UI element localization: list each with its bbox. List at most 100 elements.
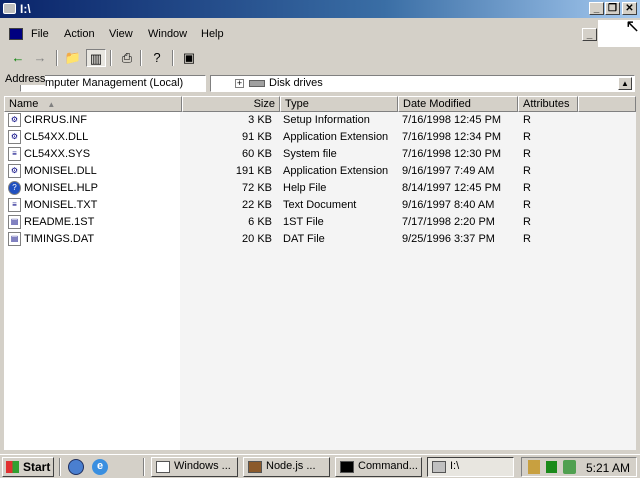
file-size: 6 KB (248, 216, 272, 228)
file-attributes: R (523, 148, 531, 160)
table-row[interactable]: ? MONISEL.HLP 72 KB Help File 8/14/1997 12:4… (4, 180, 636, 197)
menu-action[interactable]: Action (64, 28, 95, 40)
task-command-label: Command... (358, 460, 418, 472)
window-icon (156, 461, 170, 473)
task-drive-i[interactable]: I:\ (427, 457, 514, 477)
file-name: CL54XX.DLL (24, 131, 89, 143)
task-windows-label: Windows ... (174, 460, 231, 472)
file-attributes: R (523, 182, 531, 194)
taskbar-separator (59, 458, 61, 476)
mouse-cursor-icon: ↖ (625, 16, 640, 36)
toolbar-separator (172, 50, 174, 66)
column-name-label: Name (9, 98, 39, 110)
menu-window[interactable]: Window (148, 28, 187, 40)
setup-file-icon: ⚙ (8, 113, 21, 127)
tray-network-icon[interactable] (563, 460, 576, 474)
file-date: 9/16/1997 7:49 AM (402, 165, 495, 177)
toolbar-separator (56, 50, 58, 66)
file-size: 191 KB (235, 165, 272, 177)
start-button[interactable]: Start (2, 457, 54, 477)
column-name[interactable]: Name ▲ (4, 96, 182, 112)
file-date: 7/16/1998 12:34 PM (402, 131, 502, 143)
task-command[interactable]: Command... (335, 457, 422, 477)
column-attributes[interactable]: Attributes (518, 96, 578, 112)
file-date: 9/25/1996 3:37 PM (402, 233, 495, 245)
column-size[interactable]: Size (182, 96, 280, 112)
help-icon[interactable]: ? (147, 49, 167, 67)
back-arrow-icon[interactable]: ← (8, 49, 28, 67)
task-windows[interactable]: Windows ... (151, 457, 238, 477)
text-file-icon: ≡ (8, 198, 21, 212)
minimize-button[interactable]: _ (589, 2, 604, 15)
menu-view[interactable]: View (109, 28, 133, 40)
file-attributes: R (523, 216, 531, 228)
file-name: MONISEL.DLL (24, 165, 97, 177)
menu-file[interactable]: File (31, 28, 49, 40)
file-date: 7/16/1998 12:30 PM (402, 148, 502, 160)
file-type: System file (283, 148, 337, 160)
help-file-icon: ? (8, 181, 21, 195)
column-header: Name ▲ Size Type Date Modified Attribute… (4, 96, 636, 112)
column-date[interactable]: Date Modified (398, 96, 518, 112)
file-attributes: R (523, 233, 531, 245)
command-prompt-icon (340, 461, 354, 473)
file-attributes: R (523, 114, 531, 126)
task-nodejs[interactable]: Node.js ... (243, 457, 330, 477)
dll-file-icon: ⚙ (8, 164, 21, 178)
up-folder-icon[interactable]: 📁 (63, 49, 83, 67)
properties-icon[interactable]: ▣ (179, 49, 199, 67)
file-size: 72 KB (242, 182, 272, 194)
dropdown-arrow-icon[interactable]: ▲ (618, 77, 632, 90)
table-row[interactable]: ⚙ CIRRUS.INF 3 KB Setup Information 7/16/199… (4, 112, 636, 129)
title-bar[interactable]: I:\ _ ❐ ✕ (0, 0, 640, 18)
console-icon[interactable] (9, 28, 23, 40)
expand-icon[interactable]: + (235, 79, 244, 88)
nodejs-icon (248, 461, 262, 473)
dll-file-icon: ⚙ (8, 130, 21, 144)
tree-item-disk-drives: Disk drives (269, 77, 323, 89)
table-row[interactable]: ≡ CL54XX.SYS 60 KB System file 7/16/1998 12:… (4, 146, 636, 163)
restore-button[interactable]: ❐ (605, 2, 620, 15)
file-name: TIMINGS.DAT (24, 233, 95, 245)
file-attributes: R (523, 131, 531, 143)
menu-help[interactable]: Help (201, 28, 224, 40)
generic-file-icon: ▤ (8, 215, 21, 229)
file-size: 20 KB (242, 233, 272, 245)
show-desktop-icon[interactable] (68, 459, 84, 475)
system-file-icon: ≡ (8, 147, 21, 161)
task-nodejs-label: Node.js ... (266, 460, 316, 472)
table-row[interactable]: ▤ TIMINGS.DAT 20 KB DAT File 9/25/1996 3:37 … (4, 231, 636, 248)
menu-bar: File Action View Window Help _ (0, 25, 598, 45)
clock[interactable]: 5:21 AM (586, 461, 630, 475)
file-size: 22 KB (242, 199, 272, 211)
column-type[interactable]: Type (280, 96, 398, 112)
file-type: Help File (283, 182, 327, 194)
file-date: 8/14/1997 12:45 PM (402, 182, 502, 194)
file-type: DAT File (283, 233, 325, 245)
tray-app-icon[interactable] (528, 460, 540, 474)
table-row[interactable]: ≡ MONISEL.TXT 22 KB Text Document 9/16/1997 … (4, 197, 636, 214)
file-name: CL54XX.SYS (24, 148, 91, 160)
sort-ascending-icon: ▲ (47, 100, 56, 109)
drive-field[interactable]: + Disk drives ▲ (210, 75, 635, 92)
file-date: 7/16/1998 12:45 PM (402, 114, 502, 126)
table-row[interactable]: ▤ README.1ST 6 KB 1ST File 7/17/1998 2:20 PM… (4, 214, 636, 231)
close-button[interactable]: ✕ (622, 2, 637, 15)
internet-explorer-icon[interactable]: e (92, 459, 108, 475)
tray-status-icon[interactable] (546, 461, 557, 473)
file-name: MONISEL.HLP (24, 182, 98, 194)
forward-arrow-icon[interactable]: → (30, 49, 50, 67)
table-row[interactable]: ⚙ CL54XX.DLL 91 KB Application Extension 7/1… (4, 129, 636, 146)
file-name: CIRRUS.INF (24, 114, 87, 126)
file-name: README.1ST (24, 216, 95, 228)
table-row[interactable]: ⚙ MONISEL.DLL 191 KB Application Extension 9… (4, 163, 636, 180)
print-icon[interactable]: ⎙ (117, 49, 137, 67)
address-field[interactable]: mputer Management (Local) (20, 75, 206, 92)
file-name: MONISEL.TXT (24, 199, 98, 211)
show-tree-icon[interactable]: ▥ (86, 49, 106, 67)
toolbar: ← → 📁 ▥ ⎙ ? ▣ (0, 47, 640, 71)
taskbar: Start e Windows ... Node.js ... Command.… (0, 454, 640, 478)
address-text: mputer Management (Local) (45, 77, 184, 89)
child-minimize-button[interactable]: _ (582, 28, 597, 41)
system-tray: 5:21 AM (521, 457, 637, 477)
